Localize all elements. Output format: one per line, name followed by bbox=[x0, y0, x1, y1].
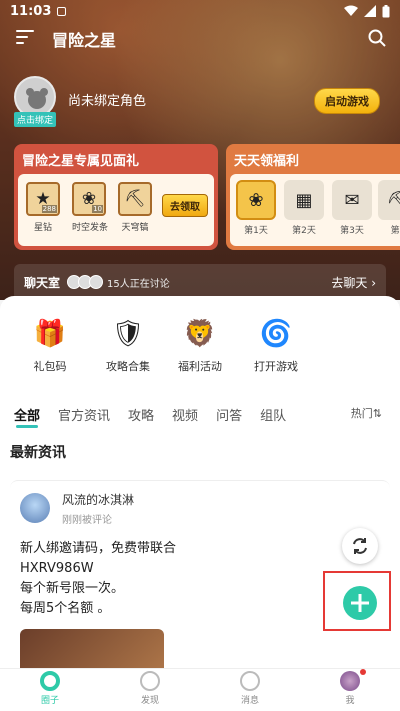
circle-home-icon bbox=[40, 671, 60, 691]
status-time: 11:03 bbox=[10, 3, 52, 19]
avatar[interactable] bbox=[20, 493, 50, 523]
message-icon bbox=[240, 671, 260, 691]
claim-button[interactable]: 去领取 bbox=[162, 194, 208, 217]
gift-card-body: ★ 288 星钻 ❀ 10 时空发条 ⛏ 天穹镐 去领取 bbox=[18, 174, 214, 246]
go-chat-link[interactable]: 去聊天 › bbox=[331, 274, 376, 291]
add-button-highlight bbox=[323, 571, 391, 631]
quick-action-guide[interactable]: 🛡 攻略合集 bbox=[88, 316, 168, 374]
nav-me[interactable]: 我 bbox=[300, 669, 400, 711]
tab-all[interactable]: 全部 bbox=[14, 405, 40, 428]
welfare-icon: 🦁 bbox=[183, 319, 217, 349]
day-label: 第1天 bbox=[244, 226, 268, 236]
quick-action-label: 攻略合集 bbox=[106, 360, 150, 373]
top-bar: 冒险之星 bbox=[0, 26, 400, 52]
nav-label: 消息 bbox=[240, 696, 259, 706]
post-text: 新人绑邀请码，免费带联合 HXRV986W 每个新号限一次。 每周5个名额 。 bbox=[20, 541, 177, 616]
chat-avatars bbox=[67, 275, 104, 289]
refresh-button[interactable] bbox=[342, 528, 378, 564]
notification-icon bbox=[57, 6, 67, 16]
section-title: 最新资讯 bbox=[10, 445, 66, 461]
daily-card[interactable]: 天天领福利 ❀ 第1天 ▦ 第2天 ✉ 第3天 ⛏ 第4 bbox=[226, 144, 400, 250]
daily-card-body: ❀ 第1天 ▦ 第2天 ✉ 第3天 ⛏ 第4 bbox=[230, 174, 400, 246]
sort-hot-button[interactable]: 热门⇅ bbox=[351, 405, 382, 421]
gift-item: ⛏ 天穹镐 bbox=[118, 182, 152, 233]
quick-action-label: 福利活动 bbox=[178, 360, 222, 373]
tab-official[interactable]: 官方资讯 bbox=[58, 405, 110, 424]
me-avatar-icon bbox=[340, 671, 360, 691]
bottom-nav: 圈子 发现 消息 我 bbox=[0, 668, 400, 711]
nav-discover[interactable]: 发现 bbox=[100, 669, 200, 711]
tab-guide[interactable]: 攻略 bbox=[128, 405, 154, 424]
item-count: 288 bbox=[41, 205, 57, 213]
avatar bbox=[89, 275, 104, 289]
post-meta: 刚刚被评论 bbox=[62, 515, 112, 526]
gear-reward-icon: ❀ bbox=[236, 180, 276, 220]
signal-icon bbox=[364, 5, 376, 17]
nav-label: 发现 bbox=[140, 696, 159, 706]
quick-action-label: 礼包码 bbox=[33, 360, 67, 373]
chat-room-bar[interactable]: 聊天室 15人正在讨论 去聊天 › bbox=[14, 264, 386, 300]
time-egg-icon: ❀ 10 bbox=[72, 182, 106, 216]
daily-card-title: 天天领福利 bbox=[234, 154, 300, 169]
item-label: 星钻 bbox=[33, 223, 52, 233]
quick-action-label: 打开游戏 bbox=[254, 360, 298, 373]
gift-item: ★ 288 星钻 bbox=[26, 182, 60, 233]
post-author[interactable]: 风流的冰淇淋 bbox=[62, 491, 134, 508]
guide-icon: 🛡 bbox=[111, 319, 145, 349]
tab-qa[interactable]: 问答 bbox=[216, 405, 242, 424]
pickaxe-reward-icon: ⛏ bbox=[378, 180, 400, 220]
gift-card[interactable]: 冒险之星专属见面礼 ★ 288 星钻 ❀ 10 时空发条 ⛏ 天穹镐 去领取 bbox=[14, 144, 218, 250]
plus-icon bbox=[351, 594, 369, 612]
bind-badge[interactable]: 点击绑定 bbox=[14, 112, 57, 127]
star-gem-icon: ★ 288 bbox=[26, 182, 60, 216]
quick-action-welfare[interactable]: 🦁 福利活动 bbox=[160, 316, 240, 374]
content-tabs: 全部 官方资讯 攻略 视频 问答 组队 热门⇅ bbox=[14, 402, 394, 428]
gift-code-icon: 🎁 bbox=[33, 319, 67, 349]
chat-label: 聊天室 bbox=[24, 275, 61, 290]
open-game-icon: 🌀 bbox=[259, 319, 293, 349]
item-glyph: ⛏ bbox=[124, 189, 146, 209]
profile-row: 点击绑定 尚未绑定角色 启动游戏 bbox=[14, 76, 394, 127]
profile-name: 尚未绑定角色 bbox=[68, 94, 147, 109]
item-label: 时空发条 bbox=[72, 223, 109, 233]
pickaxe-icon: ⛏ bbox=[118, 182, 152, 216]
chest-reward-icon: ▦ bbox=[284, 180, 324, 220]
nav-label: 圈子 bbox=[40, 696, 59, 706]
nav-messages[interactable]: 消息 bbox=[200, 669, 300, 711]
day-label: 第2天 bbox=[292, 226, 316, 236]
nav-circle[interactable]: 圈子 bbox=[0, 669, 100, 711]
refresh-icon bbox=[353, 538, 367, 554]
gift-card-title: 冒险之星专属见面礼 bbox=[22, 154, 140, 169]
day-label: 第3天 bbox=[340, 226, 364, 236]
quick-action-open-game[interactable]: 🌀 打开游戏 bbox=[236, 316, 316, 374]
page-title: 冒险之星 bbox=[52, 31, 117, 50]
nav-label: 我 bbox=[345, 696, 355, 706]
day-item[interactable]: ▦ 第2天 bbox=[282, 180, 326, 236]
day-item[interactable]: ✉ 第3天 bbox=[330, 180, 374, 236]
item-count: 10 bbox=[92, 205, 103, 213]
tab-video[interactable]: 视频 bbox=[172, 405, 198, 424]
wifi-icon bbox=[344, 5, 358, 16]
day-label: 第4 bbox=[390, 226, 400, 236]
scroll-reward-icon: ✉ bbox=[332, 180, 372, 220]
battery-icon bbox=[382, 4, 390, 17]
start-game-button[interactable]: 启动游戏 bbox=[314, 88, 380, 114]
day-item[interactable]: ⛏ 第4 bbox=[376, 180, 400, 236]
status-bar: 11:03 bbox=[0, 0, 400, 22]
notification-dot bbox=[360, 669, 366, 675]
gift-item: ❀ 10 时空发条 bbox=[72, 182, 109, 233]
tab-team[interactable]: 组队 bbox=[260, 405, 286, 424]
add-post-button[interactable] bbox=[343, 586, 377, 620]
day-item[interactable]: ❀ 第1天 bbox=[234, 180, 278, 236]
quick-action-gift-code[interactable]: 🎁 礼包码 bbox=[10, 316, 90, 374]
compass-icon bbox=[140, 671, 160, 691]
menu-icon[interactable] bbox=[16, 30, 34, 46]
search-icon[interactable] bbox=[368, 29, 386, 47]
chat-count: 15人正在讨论 bbox=[107, 278, 170, 290]
item-label: 天穹镐 bbox=[121, 223, 149, 233]
